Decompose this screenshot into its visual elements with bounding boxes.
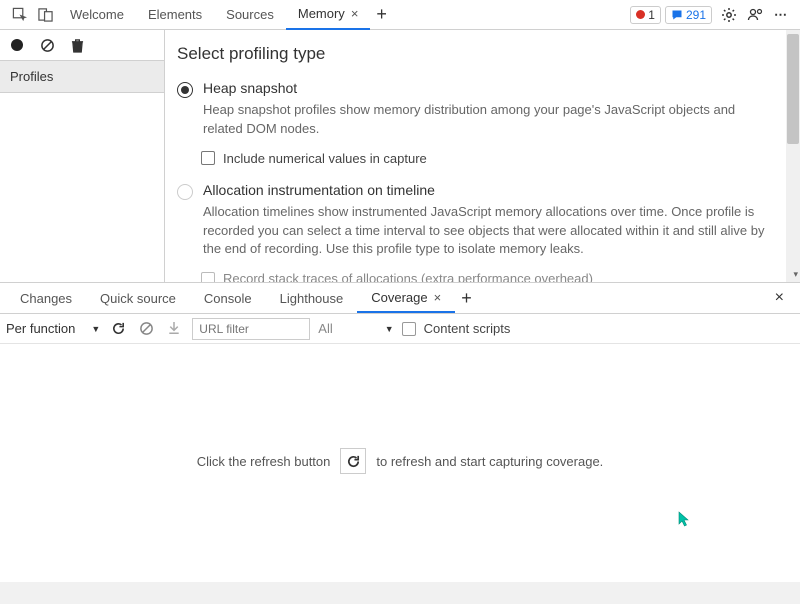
clear-icon[interactable] (38, 36, 56, 54)
errors-badge[interactable]: 1 (630, 6, 661, 24)
type-filter-select[interactable]: All ▼ (318, 321, 393, 336)
tab-label: Elements (148, 7, 202, 22)
add-tab-button[interactable]: + (370, 4, 393, 25)
refresh-button[interactable] (340, 448, 366, 474)
memory-toolbar (0, 30, 164, 60)
chevron-down-icon: ▼ (91, 324, 100, 334)
option-allocation-timeline[interactable]: Allocation instrumentation on timeline A… (177, 182, 776, 260)
more-icon[interactable]: ⋯ (770, 4, 792, 26)
content-scripts-label: Content scripts (424, 321, 511, 336)
memory-panel: Profiles Select profiling type Heap snap… (0, 30, 800, 282)
check-numerical-values[interactable]: Include numerical values in capture (201, 151, 776, 166)
profiles-label: Profiles (10, 69, 53, 84)
trash-icon[interactable] (68, 36, 86, 54)
error-count: 1 (648, 8, 655, 22)
check-stack-traces[interactable]: Record stack traces of allocations (extr… (201, 271, 776, 282)
tab-label: Coverage (371, 290, 427, 305)
cursor-icon (678, 511, 690, 527)
checkbox-label: Include numerical values in capture (223, 151, 427, 166)
coverage-toolbar: Per function ▼ All ▼ Content scripts (0, 314, 800, 344)
option-desc: Heap snapshot profiles show memory distr… (203, 101, 776, 139)
scroll-down-icon[interactable]: ▾ (793, 269, 798, 280)
memory-heading: Select profiling type (177, 44, 776, 64)
hint-text-2: to refresh and start capturing coverage. (376, 454, 603, 469)
drawer-tabbar: Changes Quick source Console Lighthouse … (0, 282, 800, 314)
tab-elements[interactable]: Elements (136, 0, 214, 30)
close-icon[interactable]: × (351, 6, 359, 21)
add-drawer-tab-button[interactable]: + (455, 288, 478, 309)
content-scripts-checkbox[interactable] (402, 322, 416, 336)
coverage-mode-select[interactable]: Per function ▼ (6, 321, 100, 336)
option-title: Heap snapshot (203, 80, 776, 96)
tab-console[interactable]: Console (190, 283, 266, 313)
checkbox-icon[interactable] (201, 151, 215, 165)
messages-badge[interactable]: 291 (665, 6, 712, 24)
export-icon[interactable] (164, 319, 184, 339)
device-icon[interactable] (34, 4, 56, 26)
record-icon[interactable] (8, 36, 26, 54)
settings-icon[interactable] (718, 4, 740, 26)
profiles-section[interactable]: Profiles (0, 60, 164, 93)
option-title: Allocation instrumentation on timeline (203, 182, 776, 198)
reload-icon[interactable] (108, 319, 128, 339)
tab-label: Welcome (70, 7, 124, 22)
memory-sidebar: Profiles (0, 30, 165, 282)
tab-quick-source[interactable]: Quick source (86, 283, 190, 313)
hint-text-1: Click the refresh button (197, 454, 331, 469)
tab-label: Memory (298, 6, 345, 21)
top-tabbar: Welcome Elements Sources Memory × + 1 29… (0, 0, 800, 30)
select-value: Per function (6, 321, 75, 336)
tab-memory[interactable]: Memory × (286, 0, 371, 30)
tab-label: Quick source (100, 291, 176, 306)
tab-welcome[interactable]: Welcome (58, 0, 136, 30)
option-desc: Allocation timelines show instrumented J… (203, 203, 776, 260)
close-drawer-button[interactable]: × (765, 289, 794, 307)
tab-label: Sources (226, 7, 274, 22)
option-heap-snapshot[interactable]: Heap snapshot Heap snapshot profiles sho… (177, 80, 776, 139)
status-bar (0, 582, 800, 604)
tab-sources[interactable]: Sources (214, 0, 286, 30)
memory-content: Select profiling type Heap snapshot Heap… (165, 30, 800, 282)
message-icon (671, 9, 683, 21)
coverage-body: Click the refresh button to refresh and … (0, 344, 800, 578)
scrollbar[interactable]: ▾ (786, 30, 800, 282)
checkbox-icon[interactable] (201, 272, 215, 282)
block-icon[interactable] (136, 319, 156, 339)
tab-changes[interactable]: Changes (6, 283, 86, 313)
account-icon[interactable] (744, 4, 766, 26)
chevron-down-icon: ▼ (385, 324, 394, 334)
tab-label: Changes (20, 291, 72, 306)
error-icon (636, 10, 645, 19)
radio-selected[interactable] (177, 82, 193, 98)
url-filter-input[interactable] (192, 318, 310, 340)
scroll-thumb[interactable] (787, 34, 799, 144)
coverage-hint: Click the refresh button to refresh and … (197, 448, 604, 474)
inspect-icon[interactable] (8, 4, 30, 26)
select-value: All (318, 321, 332, 336)
close-icon[interactable]: × (434, 290, 442, 305)
message-count: 291 (686, 8, 706, 22)
checkbox-label: Record stack traces of allocations (extr… (223, 271, 593, 282)
tab-lighthouse[interactable]: Lighthouse (266, 283, 358, 313)
tab-label: Console (204, 291, 252, 306)
tab-coverage[interactable]: Coverage × (357, 283, 455, 313)
radio-unselected[interactable] (177, 184, 193, 200)
tab-label: Lighthouse (280, 291, 344, 306)
